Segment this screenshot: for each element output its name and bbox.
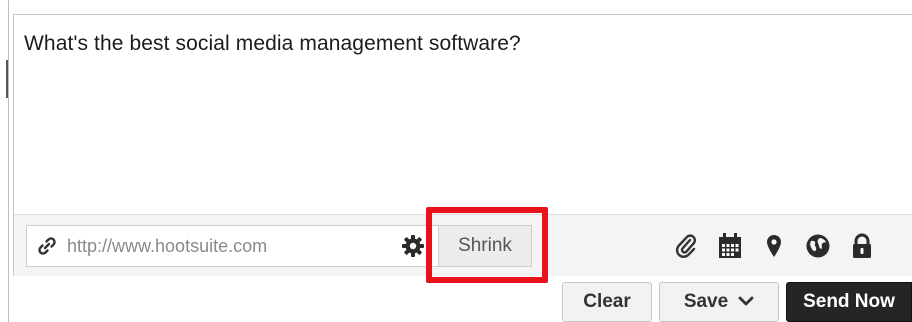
message-textarea[interactable]: What's the best social media management … <box>14 15 912 213</box>
lock-icon[interactable] <box>840 227 884 265</box>
send-now-button-label: Send Now <box>803 291 895 312</box>
gear-icon[interactable] <box>401 234 425 258</box>
clear-button-label: Clear <box>583 291 631 312</box>
shrink-button[interactable]: Shrink <box>438 225 532 267</box>
message-composer: What's the best social media management … <box>13 14 912 283</box>
link-icon <box>27 226 67 266</box>
send-now-button[interactable]: Send Now <box>786 282 912 322</box>
composer-toolbar <box>664 227 884 265</box>
left-border <box>8 0 9 322</box>
location-pin-icon[interactable] <box>752 227 796 265</box>
url-input[interactable] <box>67 226 387 266</box>
paperclip-icon[interactable] <box>664 227 708 265</box>
globe-icon[interactable] <box>796 227 840 265</box>
calendar-icon[interactable] <box>708 227 752 265</box>
save-button-label: Save <box>683 291 729 312</box>
scroll-marker <box>6 60 8 98</box>
chevron-down-icon <box>738 291 754 313</box>
link-bar: Shrink <box>14 207 912 283</box>
action-bar: Clear Save Send Now <box>0 282 912 322</box>
message-text: What's the best social media management … <box>24 32 521 55</box>
save-button[interactable]: Save <box>659 282 779 322</box>
clear-button[interactable]: Clear <box>562 282 652 322</box>
url-field <box>26 225 440 267</box>
